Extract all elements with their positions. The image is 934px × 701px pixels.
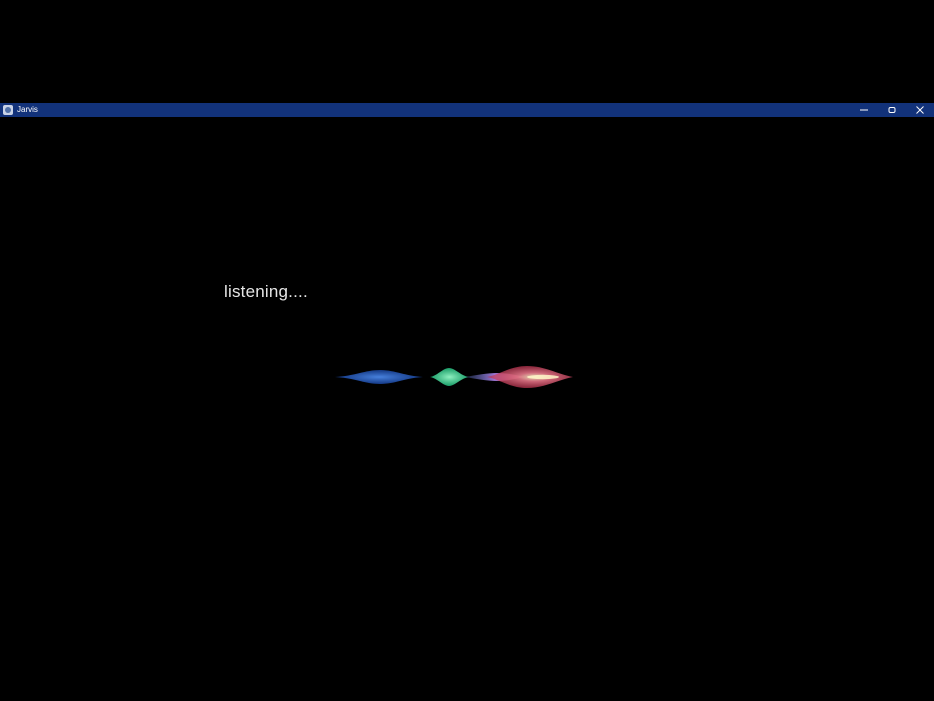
voice-waveform <box>225 366 705 388</box>
minimize-button[interactable] <box>850 103 878 117</box>
restore-button[interactable] <box>878 103 906 117</box>
window-controls <box>850 103 934 117</box>
minimize-icon <box>860 109 868 111</box>
close-icon <box>916 106 924 114</box>
close-button[interactable] <box>906 103 934 117</box>
assistant-panel: listening.... <box>0 117 934 701</box>
app-icon <box>3 105 13 115</box>
title-bar[interactable]: Jarvis <box>0 103 934 117</box>
waveform-highlight <box>527 374 559 380</box>
listening-status: listening.... <box>224 282 308 301</box>
waveform-green-lobe <box>430 368 469 386</box>
app-icon-glyph <box>5 107 11 113</box>
window-title: Jarvis <box>17 105 38 114</box>
waveform-blue-lobe <box>335 370 423 384</box>
jarvis-window: Jarvis listening.... <box>0 103 934 701</box>
desktop: Jarvis listening.... <box>0 0 934 701</box>
restore-icon <box>888 107 896 113</box>
